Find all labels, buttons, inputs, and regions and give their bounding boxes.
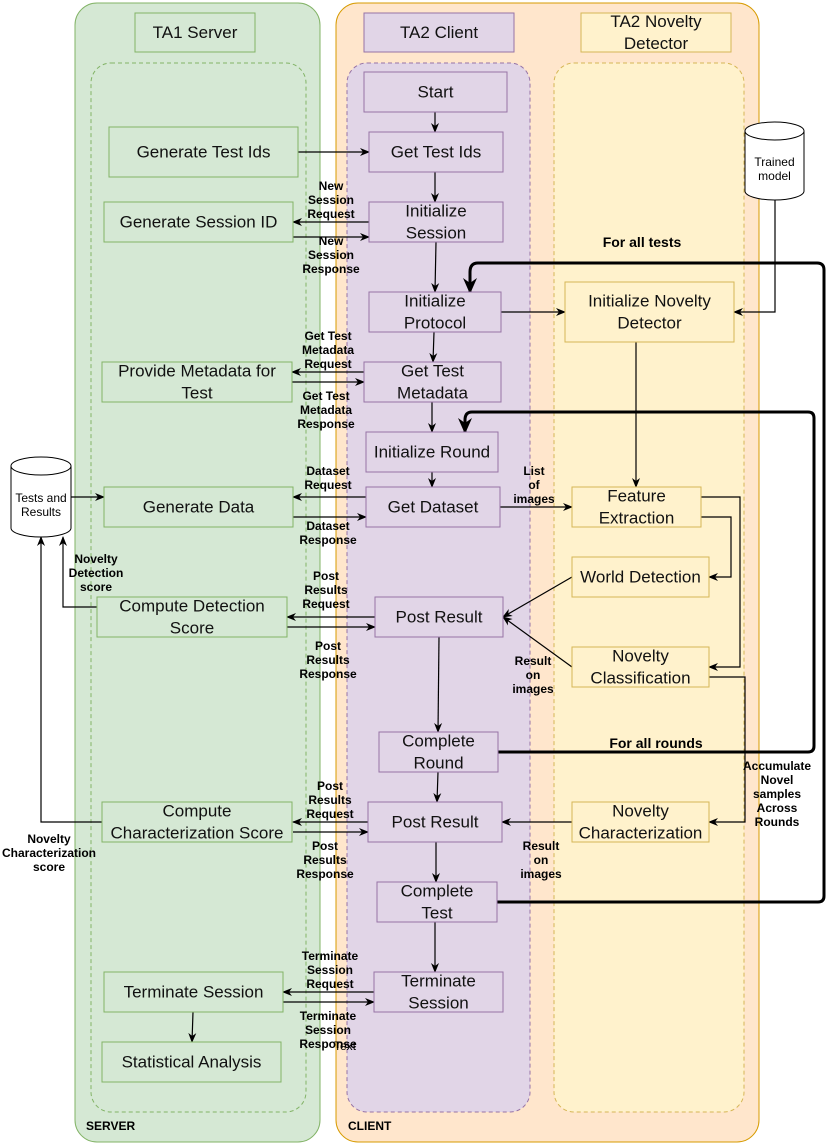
generate-session-id-node[interactable]: Generate Session ID [103,201,294,243]
init-novelty-detector-node[interactable]: Initialize Novelty Detector [564,281,735,343]
header-ta1-server-label: TA1 Server [153,23,238,42]
world-detection-node[interactable]: World Detection [571,556,710,598]
header-ta2-client-label: TA2 Client [400,23,478,42]
dataset-request-label: Dataset Request [304,464,351,492]
complete-round-node[interactable]: Complete Round [378,731,499,773]
generate-test-ids-node-label: Generate Test Ids [137,143,271,162]
init-round-node[interactable]: Initialize Round [365,431,499,473]
get-dataset-node-label: Get Dataset [388,498,479,517]
tests-and-results-database-icon[interactable]: Tests and Results [10,456,72,538]
for-all-rounds-label: For all rounds [609,735,703,751]
header-ta1-server: TA1 Server [134,12,256,53]
stray-text-label: Text [334,1039,357,1053]
init-round-node-label: Initialize Round [374,443,490,462]
statistical-analysis-node[interactable]: Statistical Analysis [101,1041,282,1083]
post-result-2-node[interactable]: Post Result [367,801,503,843]
get-test-metadata-response-label: Get Test Metadata Response [297,389,355,431]
novelty-characterization-node[interactable]: Novelty Characterization [571,801,710,843]
compute-detection-score-node[interactable]: Compute Detection Score [96,596,288,638]
generate-test-ids-node[interactable]: Generate Test Ids [108,126,299,178]
get-dataset-node[interactable]: Get Dataset [365,486,501,528]
server-zone-label: SERVER [86,1119,135,1133]
generate-session-id-node-label: Generate Session ID [120,213,278,232]
tests-and-results-database-icon-label: Tests and Results [15,491,66,519]
start-node-label: Start [418,83,454,102]
complete-test-node[interactable]: Complete Test [376,881,498,923]
feature-extraction-node[interactable]: Feature Extraction [571,486,702,528]
start-node[interactable]: Start [363,71,508,113]
dataset-response-label: Dataset Response [299,519,357,547]
for-all-tests-label: For all tests [603,234,682,250]
get-test-ids-node-label: Get Test Ids [391,143,481,162]
header-ta2-client: TA2 Client [363,12,515,53]
world-detection-node-label: World Detection [580,568,701,587]
terminate-session-client-node[interactable]: Terminate Session [373,971,504,1013]
get-test-metadata-request-label: Get Test Metadata Request [302,329,354,371]
client-zone-label: CLIENT [348,1119,392,1133]
novelty-classification-node[interactable]: Novelty Classification [571,646,710,688]
trained-model-database-icon[interactable]: Trained model [744,121,805,201]
compute-characterization-score-node[interactable]: Compute Characterization Score [101,801,293,843]
terminate-session-server-node[interactable]: Terminate Session [103,971,284,1013]
get-test-metadata-node[interactable]: Get Test Metadata [363,361,502,403]
post-result-2-node-label: Post Result [392,813,479,832]
system-flow-diagram: TA1 Server TA2 Client TA2 Novelty Detector S… [2,2,826,1143]
terminate-session-request-label: Terminate Session Request [302,949,359,991]
get-test-ids-node[interactable]: Get Test Ids [368,131,504,173]
generate-data-node-label: Generate Data [143,498,255,517]
trained-model-database-icon-label: Trained model [754,155,794,183]
generate-data-node[interactable]: Generate Data [103,486,294,528]
post-result-1-node-label: Post Result [396,608,483,627]
header-ta2-novelty-detector: TA2 Novelty Detector [580,12,732,53]
provide-metadata-node[interactable]: Provide Metadata for Test [101,361,293,403]
post-result-1-node[interactable]: Post Result [374,596,504,638]
terminate-session-server-node-label: Terminate Session [124,983,264,1002]
statistical-analysis-node-label: Statistical Analysis [122,1053,262,1072]
init-session-node[interactable]: Initialize Session [368,201,504,243]
init-protocol-node[interactable]: Initialize Protocol [368,291,502,333]
